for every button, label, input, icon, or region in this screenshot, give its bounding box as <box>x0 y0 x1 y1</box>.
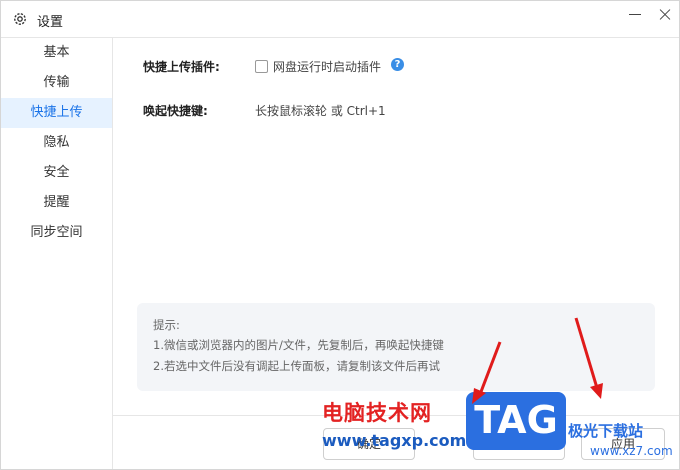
red-arrow-annotations <box>472 317 603 404</box>
arrow-left-head <box>472 388 486 404</box>
arrow-right-line <box>574 317 599 389</box>
arrow-left-line <box>477 341 502 398</box>
arrow-right-head <box>590 383 603 399</box>
